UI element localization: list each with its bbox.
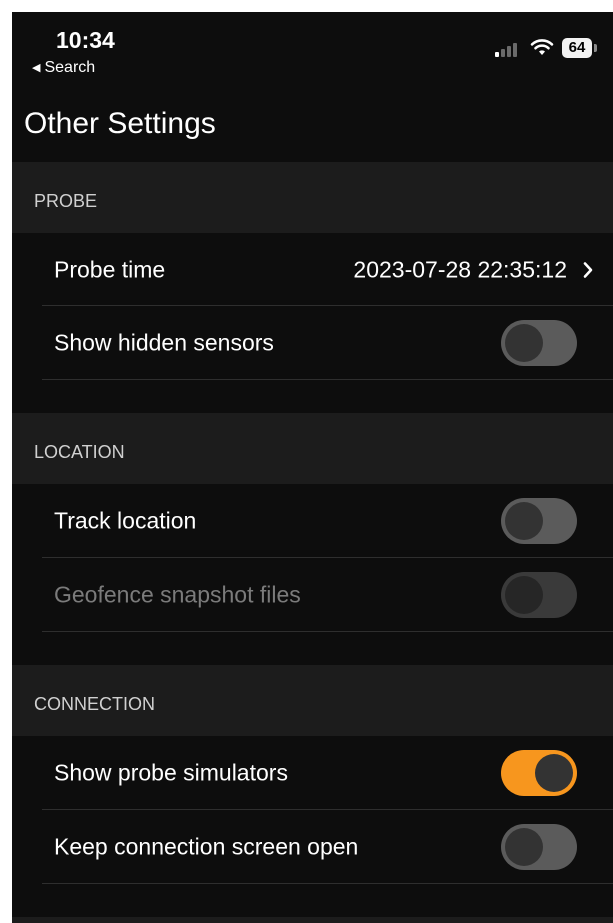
keep-connection-open-toggle[interactable] (501, 824, 577, 870)
section-header-next (12, 917, 613, 923)
settings-screen: 10:34 ◀ Search 64 Other Settings PROBE Pr… (12, 12, 613, 923)
toggle-knob (505, 828, 543, 866)
wifi-icon (530, 39, 554, 55)
show-probe-simulators-row: Show probe simulators (12, 736, 613, 810)
geofence-snapshot-toggle (501, 572, 577, 618)
page-title: Other Settings (24, 107, 216, 140)
section-title-connection: CONNECTION (34, 694, 155, 714)
row-divider (42, 631, 613, 632)
section-header-connection: CONNECTION (12, 665, 613, 736)
show-probe-simulators-toggle[interactable] (501, 750, 577, 796)
keep-connection-open-label: Keep connection screen open (54, 833, 359, 860)
section-title-location: LOCATION (34, 442, 125, 462)
show-hidden-sensors-toggle[interactable] (501, 320, 577, 366)
keep-connection-open-row: Keep connection screen open (12, 810, 613, 884)
row-divider (42, 883, 613, 884)
back-to-search-button[interactable]: ◀ Search (32, 59, 95, 77)
track-location-toggle[interactable] (501, 498, 577, 544)
battery-icon: 64 (562, 38, 592, 58)
section-header-location: LOCATION (12, 413, 613, 484)
battery-tip (594, 44, 597, 52)
probe-time-value: 2023-07-28 22:35:12 (353, 256, 567, 283)
track-location-label: Track location (54, 507, 197, 534)
probe-time-label: Probe time (54, 256, 166, 283)
show-hidden-sensors-row: Show hidden sensors (12, 306, 613, 380)
cellular-signal-icon (495, 41, 525, 57)
show-probe-simulators-label: Show probe simulators (54, 759, 288, 786)
geofence-snapshot-row: Geofence snapshot files (12, 558, 613, 632)
toggle-knob (505, 576, 543, 614)
status-time: 10:34 (56, 27, 115, 53)
toggle-knob (535, 754, 573, 792)
probe-time-row[interactable]: Probe time 2023-07-28 22:35:12 (12, 233, 613, 307)
geofence-snapshot-label: Geofence snapshot files (54, 581, 301, 608)
back-label: Search (44, 59, 96, 76)
row-divider (42, 379, 613, 380)
show-hidden-sensors-label: Show hidden sensors (54, 329, 274, 356)
chevron-right-icon (583, 262, 593, 278)
track-location-row: Track location (12, 484, 613, 558)
section-title-probe: PROBE (34, 191, 98, 211)
toggle-knob (505, 502, 543, 540)
back-arrow-icon: ◀ (32, 62, 41, 74)
toggle-knob (505, 324, 543, 362)
section-header-probe: PROBE (12, 162, 613, 233)
